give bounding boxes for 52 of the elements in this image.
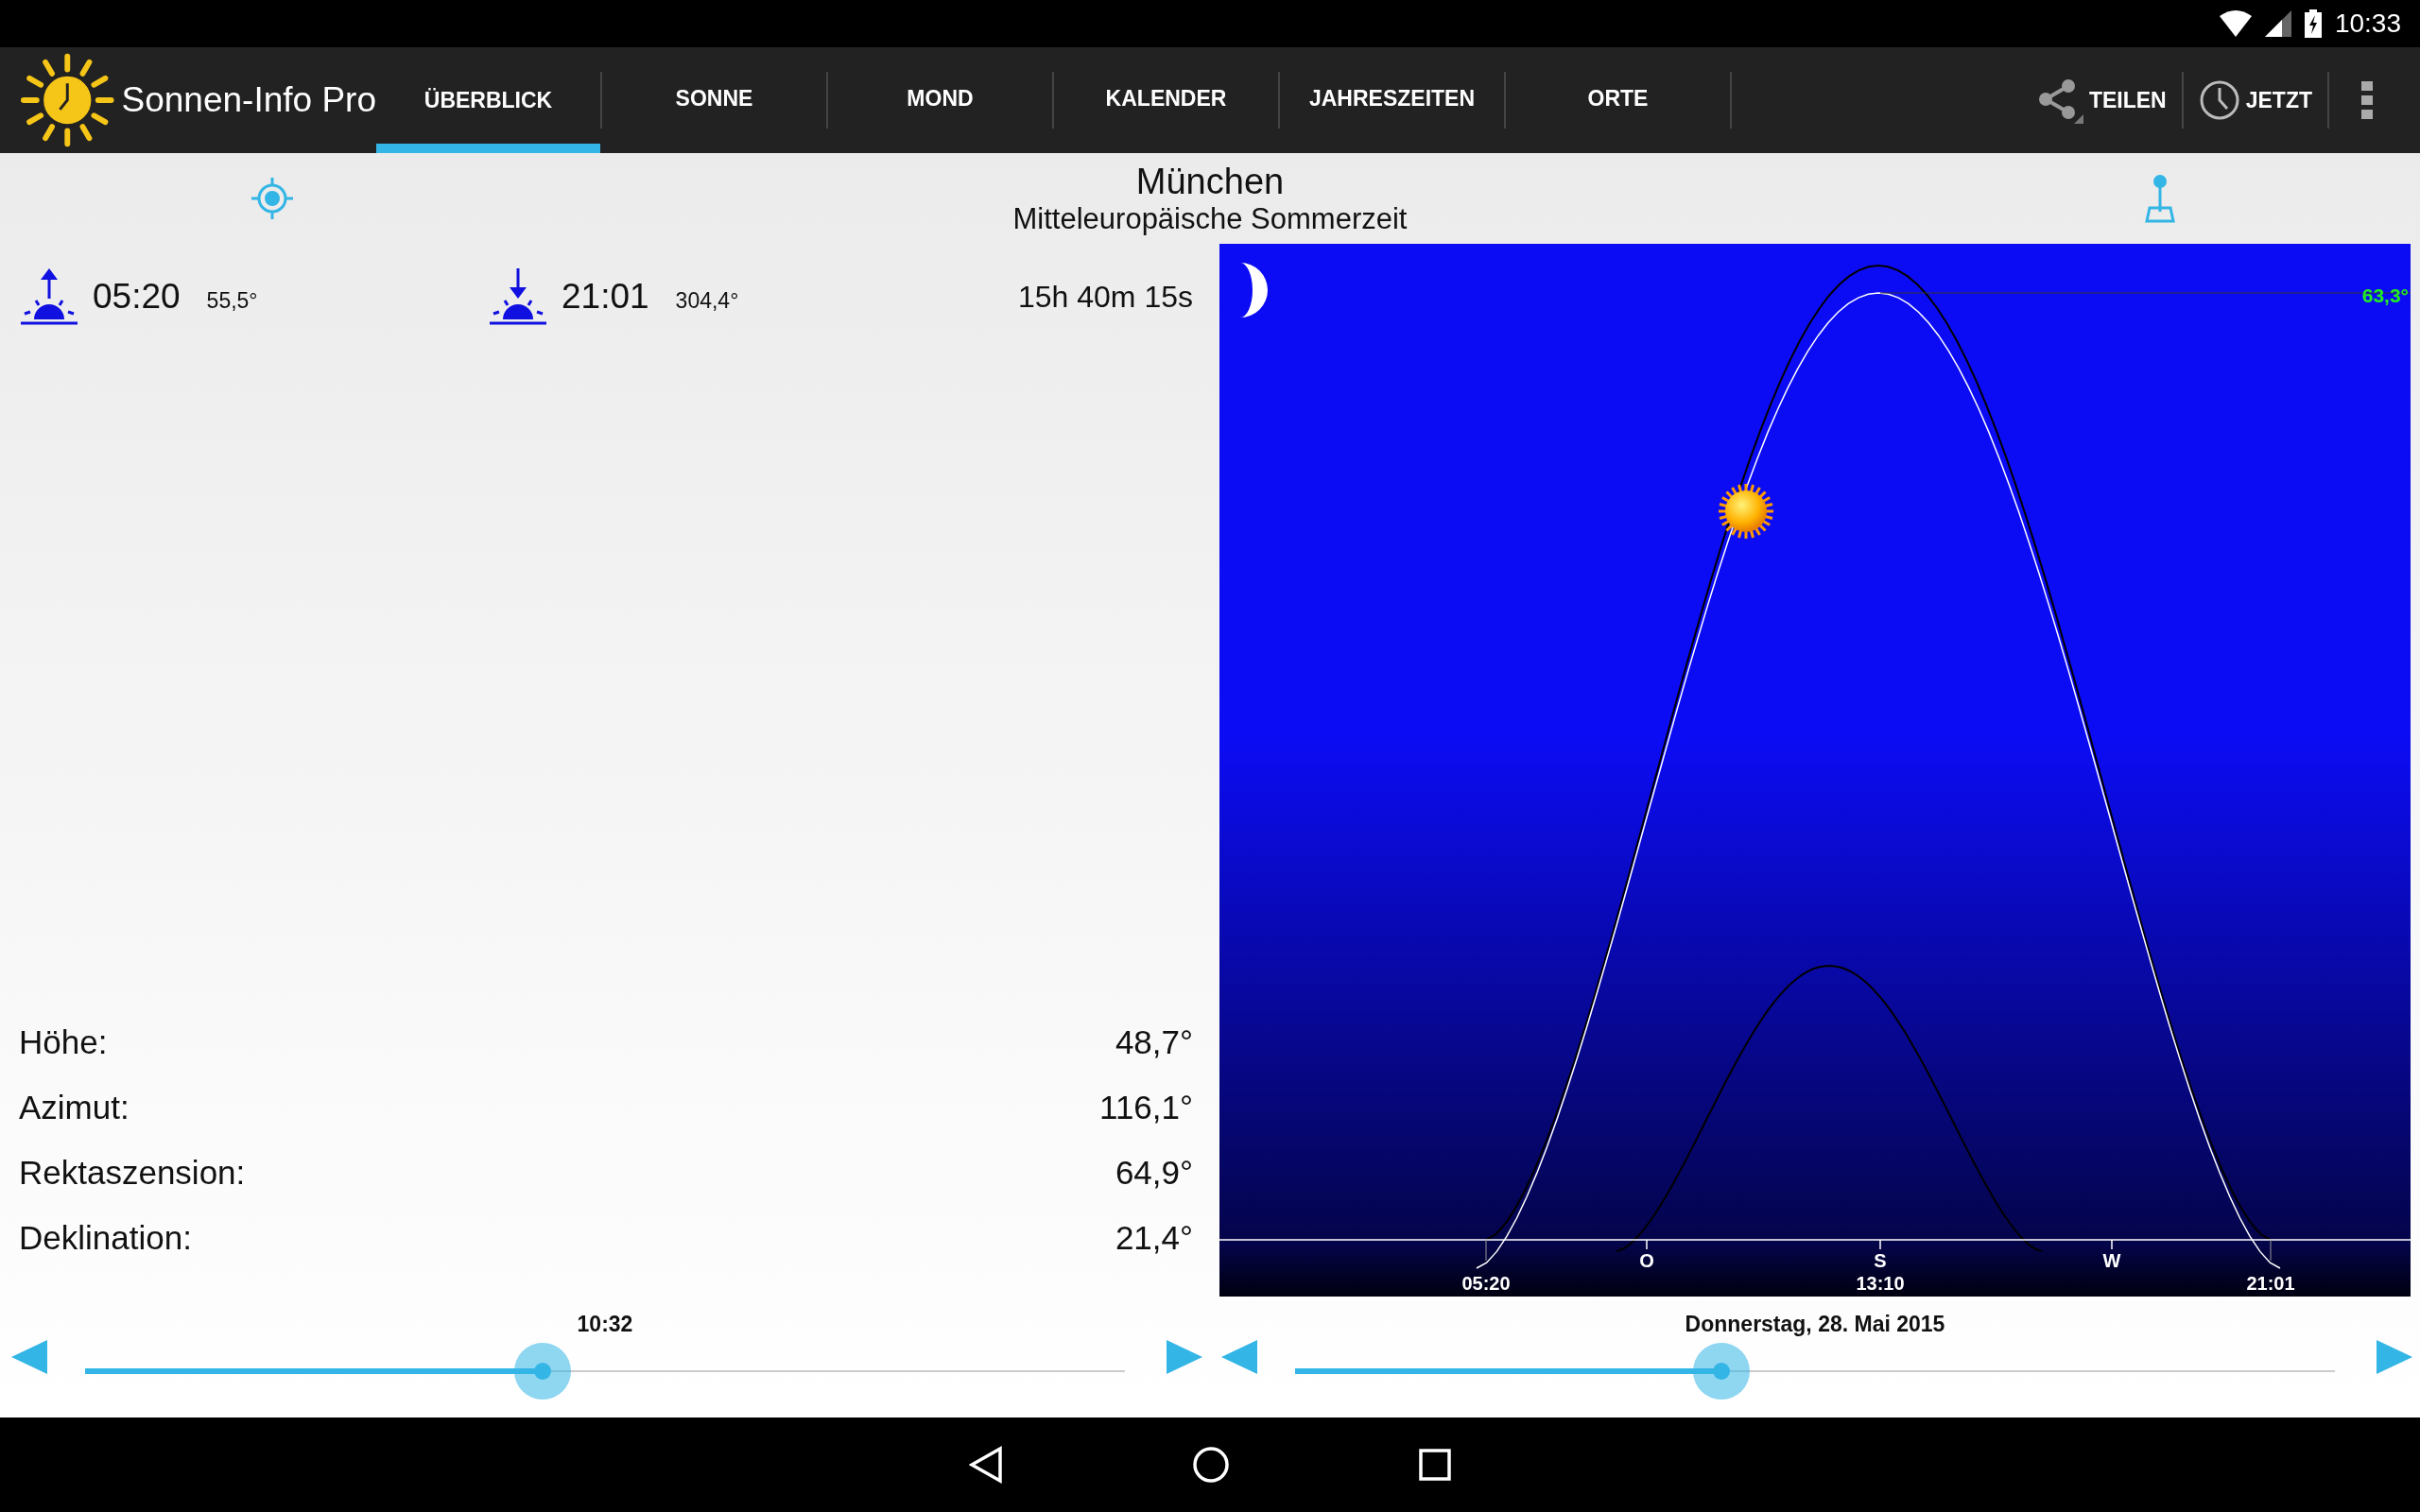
city-name: München [1135, 161, 1285, 202]
direction-label: W [2102, 1250, 2121, 1271]
sunset-icon [488, 266, 548, 327]
sunrise-time-label: 05:20 [1461, 1273, 1511, 1294]
slider-thumb[interactable] [514, 1343, 571, 1400]
value-label: Rektaszension: [19, 1153, 246, 1192]
max-altitude-label: 63,3° [2361, 284, 2409, 306]
sunrise-icon [19, 266, 79, 327]
sunrise-azimuth: 55,5° [206, 287, 258, 314]
clock-time: 10:33 [2334, 9, 2401, 39]
value-text: 116,1° [1099, 1088, 1193, 1126]
tab[interactable]: SONNE [602, 47, 826, 153]
home-icon[interactable] [1192, 1446, 1230, 1484]
slider-track[interactable] [85, 1343, 1125, 1400]
value-text: 21,4° [1115, 1218, 1193, 1257]
signal-icon [2264, 10, 2291, 37]
slider-track[interactable] [1295, 1343, 2335, 1400]
slider-label: Donnerstag, 28. Mai 2015 [1685, 1312, 1945, 1336]
sun-clock-logo-icon [21, 53, 114, 147]
sunset-azimuth: 304,4° [675, 287, 739, 314]
pin-icon[interactable] [2144, 174, 2176, 223]
direction-label: S [1874, 1250, 1887, 1271]
day-length: 15h 40m 15s [1018, 279, 1193, 315]
value-label: Deklination: [19, 1218, 192, 1257]
clock-button[interactable]: JETZT [2183, 47, 2327, 153]
more-vertical-icon [2361, 81, 2373, 119]
recents-icon[interactable] [1419, 1449, 1451, 1481]
battery-icon [2304, 9, 2322, 38]
tab[interactable]: JAHRESZEITEN [1280, 47, 1504, 153]
value-label: Höhe: [19, 1022, 108, 1061]
sunset-time-label: 21:01 [2246, 1273, 2295, 1294]
moon-icon [1240, 263, 1268, 318]
direction-label: O [1639, 1250, 1654, 1271]
noon-time-label: 13:10 [1856, 1273, 1905, 1294]
clock-icon [2198, 79, 2240, 121]
timezone-name: Mitteleuropäische Sommerzeit [1012, 201, 1408, 236]
share-button[interactable]: TEILEN [2020, 47, 2182, 153]
app-title: Sonnen-Info Pro [121, 80, 376, 120]
sun-icon [1719, 484, 1773, 539]
tab[interactable]: KALENDER [1054, 47, 1278, 153]
sunset-time: 21:01 [562, 277, 649, 317]
locate-icon[interactable] [251, 178, 293, 219]
tab[interactable]: MOND [828, 47, 1052, 153]
slider-thumb[interactable] [1693, 1343, 1750, 1400]
wifi-icon [2219, 10, 2252, 37]
value-text: 64,9° [1115, 1153, 1193, 1192]
back-icon[interactable] [969, 1446, 1003, 1484]
sunrise-time: 05:20 [93, 277, 181, 317]
tab[interactable]: ORTE [1506, 47, 1730, 153]
value-text: 48,7° [1115, 1022, 1193, 1061]
slider-label: 10:32 [577, 1312, 633, 1336]
value-label: Azimut: [19, 1088, 130, 1126]
